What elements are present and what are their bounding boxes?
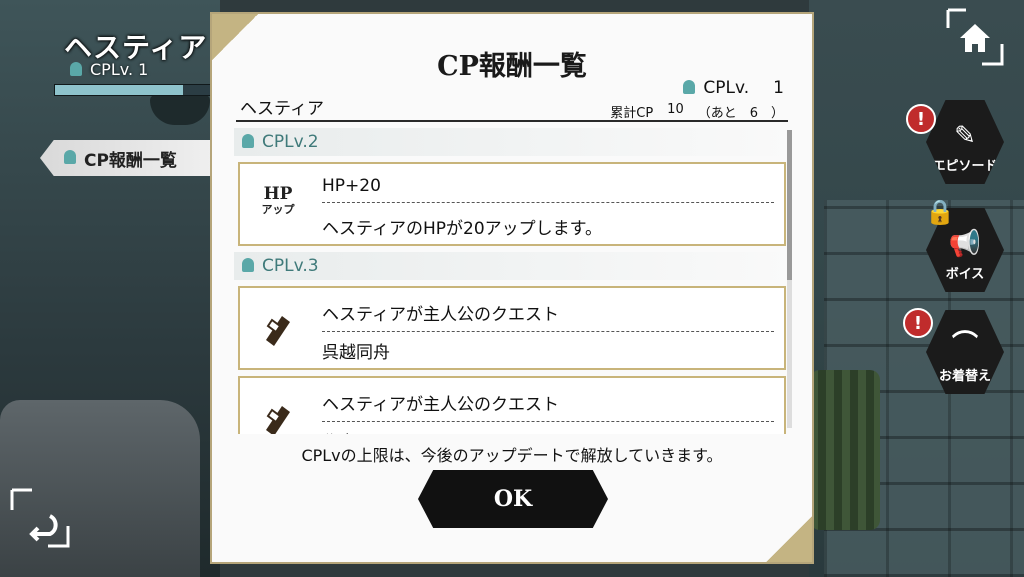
- total-cp: 累計CP 10 （あと 6 ）: [610, 102, 784, 121]
- dialog-cplv-label: CPLv.: [703, 78, 750, 98]
- voice-label: ボイス: [945, 267, 985, 282]
- megaphone-icon: 📢: [948, 229, 982, 259]
- back-arrow-icon: [10, 488, 70, 548]
- ok-button[interactable]: OK: [418, 470, 608, 528]
- scroll-icon: ✎: [954, 121, 976, 151]
- cp-house-icon: [240, 258, 256, 274]
- dialog-cplv: CPLv. 1: [681, 78, 784, 98]
- quest-scroll-icon: [266, 406, 290, 434]
- reward-list[interactable]: CPLv.2 HP アップ HP+20 ヘスティアのHPが20アップします。 C…: [234, 124, 800, 434]
- hp-up-icon: HP アップ: [261, 184, 295, 217]
- home-button[interactable]: [946, 8, 1004, 66]
- cp-house-icon: [240, 134, 256, 150]
- cplv-indicator: CPLv. 1: [68, 60, 148, 79]
- level-label: CPLv.2: [262, 132, 319, 152]
- outfit-alert-icon: !: [903, 308, 933, 338]
- scrollbar-thumb[interactable]: [787, 130, 792, 280]
- level-label: CPLv.3: [262, 256, 319, 276]
- reward-card: ヘスティアが主人公のクエスト 秘密: [238, 376, 786, 434]
- level-header: CPLv.3: [234, 252, 800, 280]
- background-chair: [810, 370, 880, 530]
- quest-scroll-icon: [266, 316, 290, 346]
- cp-reward-list-tab-label: CP報酬一覧: [84, 150, 177, 171]
- cp-progress-bar: [54, 84, 216, 96]
- cplv-text: CPLv. 1: [90, 60, 149, 79]
- reward-title: HP+20: [322, 176, 774, 203]
- cp-reward-dialog: CP報酬一覧 ヘスティア CPLv. 1 累計CP 10 （あと 6 ） CPL…: [210, 12, 814, 564]
- reward-card: ヘスティアが主人公のクエスト 呉越同舟: [238, 286, 786, 370]
- back-button[interactable]: [10, 488, 70, 548]
- header-divider: [236, 120, 788, 122]
- reward-description: 秘密: [322, 428, 356, 434]
- episode-label: エピソード: [932, 159, 998, 174]
- total-cp-label: 累計CP: [610, 106, 654, 121]
- cp-house-icon: [681, 80, 697, 96]
- episode-alert-icon: !: [906, 104, 936, 134]
- dialog-cplv-value: 1: [773, 78, 784, 98]
- dialog-corner-ornament: [766, 516, 812, 562]
- reward-description: ヘスティアのHPが20アップします。: [322, 219, 602, 239]
- reward-description: 呉越同舟: [322, 343, 390, 363]
- total-cp-value: 10: [667, 102, 684, 117]
- home-icon: [946, 8, 1004, 66]
- outfit-label: お着替え: [938, 369, 991, 384]
- lock-icon: 🔒: [925, 198, 955, 226]
- remaining-cp: （あと 6 ）: [697, 106, 784, 121]
- cp-reward-list-tab[interactable]: CP報酬一覧: [40, 140, 212, 176]
- scrollbar[interactable]: [787, 130, 792, 428]
- reward-title: ヘスティアが主人公のクエスト: [322, 390, 774, 422]
- dialog-character-name: ヘスティア: [240, 99, 324, 119]
- level-header: CPLv.2: [234, 128, 800, 156]
- cp-progress-fill: [55, 85, 183, 95]
- cp-house-icon: [62, 150, 78, 166]
- hanger-icon: ⌒: [951, 330, 978, 360]
- cp-house-icon: [68, 61, 84, 78]
- reward-title: ヘスティアが主人公のクエスト: [322, 300, 774, 332]
- cplv-limit-note: CPLvの上限は、今後のアップデートで解放していきます。: [301, 446, 723, 465]
- reward-card: HP アップ HP+20 ヘスティアのHPが20アップします。: [238, 162, 786, 246]
